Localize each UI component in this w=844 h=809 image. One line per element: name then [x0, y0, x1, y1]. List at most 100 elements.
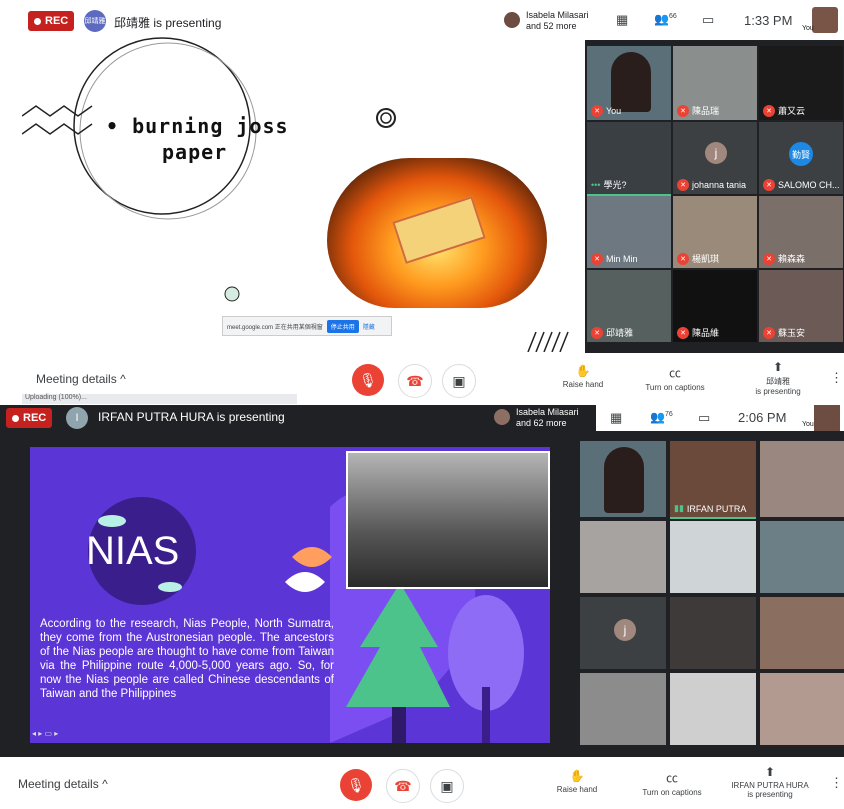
- mic-off-button[interactable]: 🎙: [340, 769, 372, 801]
- ring-decoration: [376, 108, 396, 128]
- participant-tile[interactable]: ▮▮ IRFAN PUTRA: [670, 441, 756, 519]
- participant-tile[interactable]: ✕ You: [587, 46, 671, 120]
- participant-tile[interactable]: j ✕ johanna tania: [673, 122, 757, 194]
- participant-tile[interactable]: j: [580, 597, 666, 669]
- camera-button[interactable]: ▣: [442, 364, 476, 398]
- participants-preview-more: and 52 more: [526, 21, 577, 31]
- presenting-label: is presenting: [747, 790, 793, 799]
- participant-avatar: j: [705, 142, 727, 164]
- muted-mic-icon: ✕: [591, 326, 603, 339]
- participant-tile[interactable]: ✕ 邱靖雅: [587, 270, 671, 342]
- more-options-icon[interactable]: ⋮: [830, 370, 843, 386]
- participant-tile[interactable]: 勤賢 ✕ SALOMO CH...: [759, 122, 843, 194]
- speaking-icon: ▮▮: [674, 503, 684, 513]
- captions-button[interactable]: ㏄ Turn on captions: [638, 364, 712, 392]
- participant-name: ✕ 陳品維: [677, 326, 719, 339]
- shared-slide: NIAS According to the research, Nias Peo…: [30, 447, 550, 743]
- participant-name: ✕ 蕭又云: [763, 104, 805, 117]
- present-button[interactable]: ⬆ 邱靖雅 is presenting: [744, 360, 812, 396]
- bottom-toolbar: Meeting details ^ 🎙 ☎ ▣ ✋ Raise hand ㏄ Tur…: [0, 761, 844, 805]
- end-call-button[interactable]: ☎: [398, 364, 432, 398]
- upload-progress-label: Uploading (100%)...: [25, 394, 87, 401]
- participant-tile[interactable]: [580, 673, 666, 745]
- participant-name: ✕ You: [591, 105, 621, 117]
- slide-nav-controls[interactable]: ◂ ▸ ▭ ▸: [32, 729, 58, 738]
- more-options-icon[interactable]: ⋮: [830, 775, 843, 791]
- participant-label: 邱靖雅: [606, 328, 634, 338]
- hand-icon: ✋: [569, 769, 585, 783]
- end-call-button[interactable]: ☎: [386, 769, 420, 803]
- muted-mic-icon: ✕: [763, 326, 775, 339]
- chat-icon[interactable]: ▭: [702, 12, 714, 28]
- participant-tile[interactable]: [760, 673, 844, 745]
- presenting-name: IRFAN PUTRA HURA: [731, 781, 809, 790]
- captions-button[interactable]: ㏄ Turn on captions: [634, 769, 710, 797]
- participant-tile[interactable]: [760, 441, 844, 517]
- cloud-shape: [158, 582, 182, 592]
- participant-tile[interactable]: [670, 521, 756, 593]
- participants-preview-name: Isabela Milasari: [516, 407, 579, 417]
- chevron-up-icon: ^: [102, 777, 108, 791]
- participant-avatar: 勤賢: [789, 142, 813, 166]
- participants-preview[interactable]: Isabela Milasari and 62 more: [490, 405, 592, 431]
- meeting-details-label: Meeting details: [36, 372, 117, 386]
- meeting-details-button[interactable]: Meeting details ^: [36, 372, 126, 386]
- participant-name: ✕ johanna tania: [677, 179, 746, 191]
- raise-hand-button[interactable]: ✋ Raise hand: [552, 769, 602, 794]
- meeting-details-button[interactable]: Meeting details ^: [18, 777, 108, 791]
- participant-tile[interactable]: [760, 521, 844, 593]
- captions-label: Turn on captions: [642, 788, 702, 797]
- right-controls: ▦ 👥76 ▭ 2:06 PM You: [596, 405, 844, 431]
- self-label: You: [802, 25, 814, 32]
- people-button[interactable]: 👥76: [650, 410, 673, 424]
- hatch: [527, 331, 537, 352]
- clock-time: 2:06 PM: [738, 410, 787, 425]
- layout-icon[interactable]: ▦: [616, 12, 628, 28]
- participant-label: johanna tania: [692, 180, 747, 190]
- people-count: 66: [668, 13, 677, 20]
- presenting-label: is presenting: [755, 387, 801, 396]
- participants-preview[interactable]: Isabela Milasari and 52 more: [500, 8, 600, 34]
- burning-paper-image: [327, 158, 547, 308]
- present-icon: ⬆: [772, 360, 784, 374]
- slide-title: NIAS: [86, 529, 180, 573]
- participant-name: ✕ 蘇玉安: [763, 326, 805, 339]
- participant-avatar: [504, 12, 520, 28]
- speaking-icon: •••: [591, 179, 601, 190]
- layout-icon[interactable]: ▦: [610, 410, 622, 426]
- participant-tile[interactable]: ✕ 陳品瑞: [673, 46, 757, 120]
- chat-icon[interactable]: ▭: [698, 410, 710, 426]
- participant-tile[interactable]: ✕ 賴森森: [759, 196, 843, 268]
- people-button[interactable]: 👥66: [654, 12, 677, 26]
- participant-tile[interactable]: ✕ 楊凱琪: [673, 196, 757, 268]
- present-button[interactable]: ⬆ IRFAN PUTRA HURA is presenting: [730, 765, 810, 799]
- participant-label: 賴森森: [778, 254, 806, 264]
- hide-notice-button[interactable]: 隱藏: [363, 322, 375, 331]
- participant-avatar: j: [614, 619, 636, 641]
- participant-tile[interactable]: ✕ 蘇玉安: [759, 270, 843, 342]
- participant-tile[interactable]: [580, 441, 666, 517]
- hatch: [543, 331, 553, 352]
- top-toolbar: REC 邱靖雅 邱靖雅 is presenting Isabela Milasa…: [22, 6, 844, 36]
- meeting-details-label: Meeting details: [18, 777, 99, 791]
- muted-mic-icon: ✕: [591, 105, 603, 117]
- participant-tile[interactable]: [580, 521, 666, 593]
- raise-hand-button[interactable]: ✋ Raise hand: [558, 364, 608, 389]
- participant-tile[interactable]: [670, 673, 756, 745]
- participant-tile[interactable]: ✕ 蕭又云: [759, 46, 843, 120]
- camera-button[interactable]: ▣: [430, 769, 464, 803]
- hatch: [551, 331, 561, 352]
- participants-preview-name: Isabela Milasari: [526, 10, 589, 20]
- participant-tile[interactable]: [760, 597, 844, 669]
- participant-tile[interactable]: [670, 597, 756, 669]
- mic-off-button[interactable]: 🎙: [352, 364, 384, 396]
- participant-tile[interactable]: ✕ 陳品維: [673, 270, 757, 342]
- participant-avatar: [494, 409, 510, 425]
- bottom-toolbar: Meeting details ^ Uploading (100%)... 🎙 …: [22, 358, 844, 404]
- participant-tile[interactable]: ✕ Min Min: [587, 196, 671, 268]
- participant-tile[interactable]: ••• 學光?: [587, 122, 671, 196]
- participant-video: [604, 447, 644, 513]
- self-avatar: [814, 405, 840, 431]
- stop-sharing-button[interactable]: 停止共用: [326, 319, 359, 333]
- tree-purple-trunk: [482, 687, 490, 743]
